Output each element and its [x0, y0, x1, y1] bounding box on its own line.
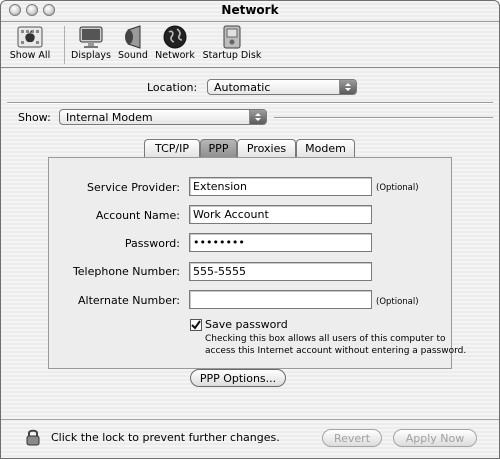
location-popup[interactable]: Automatic [207, 79, 357, 95]
toolbar-show-all[interactable]: Show All [7, 24, 53, 61]
show-label: Show: [18, 111, 51, 124]
location-label: Location: [147, 81, 198, 94]
account-name-label: Account Name: [95, 209, 180, 222]
alternate-number-label: Alternate Number: [78, 294, 180, 307]
telephone-number-label: Telephone Number: [72, 265, 180, 278]
ppp-options-button[interactable]: PPP Options... [190, 369, 286, 387]
tab-tcp-ip[interactable]: TCP/IP [144, 139, 200, 157]
hint-line: access this Internet account without ent… [205, 346, 467, 356]
divider [274, 117, 493, 119]
account-name-field[interactable]: Work Account [189, 205, 372, 224]
toolbar-divider [64, 26, 65, 64]
disk-icon [223, 25, 241, 49]
optional-note: (Optional) [376, 183, 419, 193]
location-value: Automatic [214, 81, 271, 94]
toolbar-network[interactable]: Network [153, 24, 197, 61]
divider [7, 102, 493, 104]
toolbar-sound[interactable]: Sound [116, 24, 150, 61]
save-password-hint: Checking this box allows all users of th… [205, 333, 485, 357]
speaker-icon [125, 25, 141, 49]
toolbar-label: Displays [71, 50, 111, 61]
apple-icon [17, 26, 43, 48]
tab-modem[interactable]: Modem [296, 139, 355, 157]
apply-now-button[interactable]: Apply Now [393, 429, 477, 447]
optional-note: (Optional) [376, 297, 419, 307]
toolbar-label: Show All [9, 50, 51, 61]
globe-icon [163, 25, 187, 49]
show-value: Internal Modem [66, 111, 153, 124]
toolbar-label: Startup Disk [202, 50, 262, 61]
popup-arrows-icon [339, 80, 356, 94]
display-icon [79, 26, 103, 48]
save-password-checkbox[interactable] [190, 319, 202, 331]
service-provider-label: Service Provider: [87, 181, 180, 194]
password-label: Password: [124, 237, 180, 250]
checkmark-icon [191, 320, 201, 330]
tab-proxies[interactable]: Proxies [237, 139, 296, 157]
lock-message: Click the lock to prevent further change… [51, 431, 280, 444]
telephone-number-field[interactable]: 555-5555 [189, 262, 372, 281]
toolbar-label: Network [155, 50, 195, 61]
toolbar-label: Sound [118, 50, 148, 61]
window-title: Network [221, 3, 279, 17]
show-popup[interactable]: Internal Modem [59, 109, 267, 125]
password-field[interactable]: •••••••• [189, 233, 372, 252]
save-password-label: Save password [205, 318, 288, 331]
alternate-number-field[interactable] [189, 290, 372, 309]
title-bar: Network [1, 1, 499, 22]
tab-ppp[interactable]: PPP [200, 139, 237, 157]
revert-button[interactable]: Revert [322, 429, 382, 447]
lock-icon[interactable] [25, 428, 41, 446]
hint-line: Checking this box allows all users of th… [205, 334, 446, 344]
popup-arrows-icon [249, 110, 266, 124]
toolbar-startup-disk[interactable]: Startup Disk [201, 24, 263, 61]
service-provider-field[interactable]: Extension [189, 177, 372, 196]
toolbar: Show All Displays Sound Network Startup … [1, 22, 499, 68]
toolbar-displays[interactable]: Displays [69, 24, 113, 61]
network-preferences-window: Network Show All Displays Sound Network … [0, 0, 500, 459]
